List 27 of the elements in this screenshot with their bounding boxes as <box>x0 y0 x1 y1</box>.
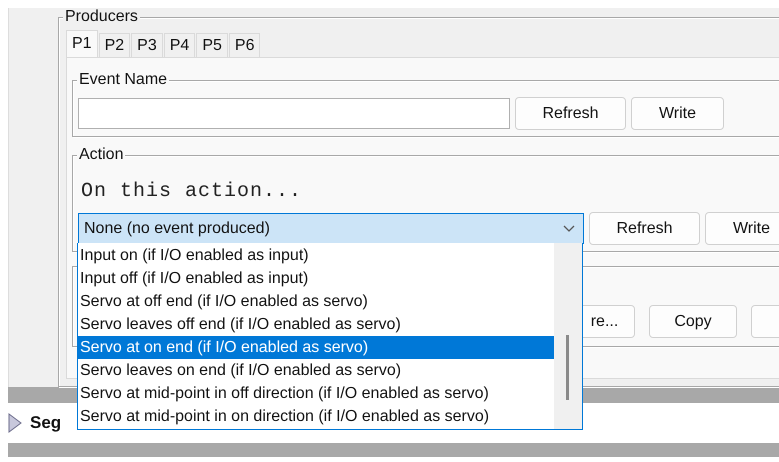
dropdown-option[interactable]: Servo at on end (if I/O enabled as servo) <box>78 336 554 359</box>
action-button[interactable]: Refresh <box>515 97 626 130</box>
tab[interactable]: P3 <box>131 33 163 57</box>
action-button[interactable]: Copy <box>649 305 737 338</box>
cut-off-button[interactable] <box>751 305 779 338</box>
dropdown-option[interactable]: Servo at off end (if I/O enabled as servo) <box>78 290 554 313</box>
tab[interactable]: P5 <box>196 33 228 57</box>
tab[interactable]: P1 <box>66 30 98 57</box>
section-title: Seg <box>30 413 62 433</box>
scrollbar-thumb[interactable] <box>566 335 569 400</box>
dropdown[interactable]: None (no event produced) <box>78 213 584 244</box>
tab[interactable]: P6 <box>228 33 260 57</box>
dropdown-option[interactable]: Servo at mid-point in on direction (if I/O enabled as servo) <box>78 405 554 428</box>
action-button[interactable]: Refresh <box>589 212 700 245</box>
dropdown-option[interactable]: Servo leaves on end (if I/O enabled as servo) <box>78 359 554 382</box>
dropdown-option[interactable]: Input on (if I/O enabled as input) <box>78 244 554 267</box>
input-field[interactable] <box>78 98 510 129</box>
tab[interactable]: P2 <box>98 33 130 57</box>
chevron-icon <box>563 224 575 232</box>
dropdown-option[interactable]: Input off (if I/O enabled as input) <box>78 267 554 290</box>
dropdown-option[interactable]: Servo leaves off end (if I/O enabled as servo) <box>78 313 554 336</box>
diamond-icon <box>8 413 22 433</box>
action-button[interactable]: Write <box>705 212 779 245</box>
caption-text: On this action... <box>81 180 304 203</box>
action-button[interactable]: Write <box>631 97 724 130</box>
dropdown-option[interactable]: Servo at mid-point in off direction (if I/O enabled as servo) <box>78 382 554 405</box>
tab[interactable]: P4 <box>164 33 196 57</box>
